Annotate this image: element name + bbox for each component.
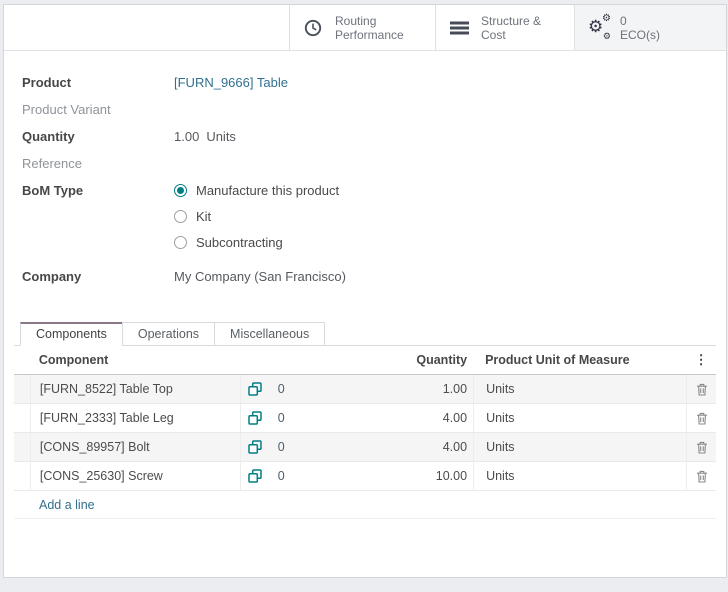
stat-label-line: Structure & xyxy=(481,14,541,28)
structure-cost-button[interactable]: Structure & Cost xyxy=(435,5,574,50)
copy-icon[interactable] xyxy=(240,433,270,461)
header-uom[interactable]: Product Unit of Measure xyxy=(473,346,686,374)
bom-form: Product [FURN_9666] Table Product Varian… xyxy=(4,51,726,288)
radio-unchecked-icon[interactable] xyxy=(174,210,187,223)
radio-checked-icon[interactable] xyxy=(174,184,187,197)
quantity-cell[interactable]: 1.00 xyxy=(364,375,473,403)
bom-form-sheet: Routing Performance Structure & Cost ⚙ ⚙ xyxy=(3,4,727,578)
quantity-cell[interactable]: 4.00 xyxy=(364,404,473,432)
field-row-company: Company My Company (San Francisco) xyxy=(22,269,726,288)
stat-button-bar: Routing Performance Structure & Cost ⚙ ⚙ xyxy=(4,5,726,51)
tab-strip: Components Operations Miscellaneous xyxy=(14,321,716,346)
delete-row-icon[interactable] xyxy=(686,404,716,432)
quantity-cell[interactable]: 4.00 xyxy=(364,433,473,461)
copy-icon[interactable] xyxy=(240,404,270,432)
quantity-value: 1.00 xyxy=(174,129,199,144)
add-line-row: Add a line xyxy=(14,491,716,519)
row-handle[interactable] xyxy=(14,404,30,432)
row-handle[interactable] xyxy=(14,462,30,490)
eco-count-label: ECO(s) xyxy=(620,28,660,42)
radio-label: Kit xyxy=(196,209,211,224)
radio-label: Manufacture this product xyxy=(196,183,339,198)
reference-label: Reference xyxy=(22,156,174,171)
stat-label-line: Cost xyxy=(481,28,541,42)
radio-label: Subcontracting xyxy=(196,235,283,250)
field-row-reference: Reference xyxy=(22,156,726,175)
field-row-bom-type: BoM Type Manufacture this product Kit Su… xyxy=(22,183,726,261)
tab-operations[interactable]: Operations xyxy=(122,322,215,346)
component-cell[interactable]: [CONS_25630] Screw xyxy=(30,462,240,490)
uom-cell[interactable]: Units xyxy=(473,462,686,490)
company-value: My Company (San Francisco) xyxy=(174,269,346,284)
product-label: Product xyxy=(22,75,174,90)
quantity-cell[interactable]: 10.00 xyxy=(364,462,473,490)
stat-label-line: Performance xyxy=(335,28,404,42)
row-handle[interactable] xyxy=(14,433,30,461)
gears-icon: ⚙ ⚙ ⚙ xyxy=(589,15,611,41)
row-handle[interactable] xyxy=(14,375,30,403)
stat-label-line: Routing xyxy=(335,14,404,28)
delete-row-icon[interactable] xyxy=(686,375,716,403)
field-row-product-variant: Product Variant xyxy=(22,102,726,121)
table-row[interactable]: [CONS_25630] Screw 0 10.00 Units xyxy=(14,462,716,491)
component-cell[interactable]: [FURN_2333] Table Leg xyxy=(30,404,240,432)
component-cell[interactable]: [CONS_89957] Bolt xyxy=(30,433,240,461)
copy-icon[interactable] xyxy=(240,462,270,490)
company-label: Company xyxy=(22,269,174,284)
table-row[interactable]: [FURN_2333] Table Leg 0 4.00 Units xyxy=(14,404,716,433)
badge-count-cell[interactable]: 0 xyxy=(270,404,364,432)
bom-type-option-kit[interactable]: Kit xyxy=(174,209,339,224)
table-row[interactable]: [CONS_89957] Bolt 0 4.00 Units xyxy=(14,433,716,462)
radio-unchecked-icon[interactable] xyxy=(174,236,187,249)
tab-miscellaneous[interactable]: Miscellaneous xyxy=(214,322,325,346)
product-variant-label: Product Variant xyxy=(22,102,174,117)
quantity-unit: Units xyxy=(206,129,236,144)
bom-type-label: BoM Type xyxy=(22,183,174,198)
bom-type-option-manufacture[interactable]: Manufacture this product xyxy=(174,183,339,198)
quantity-label: Quantity xyxy=(22,129,174,144)
product-link[interactable]: [FURN_9666] Table xyxy=(174,75,288,90)
delete-row-icon[interactable] xyxy=(686,462,716,490)
tab-components[interactable]: Components xyxy=(20,322,123,346)
bom-type-option-subcontracting[interactable]: Subcontracting xyxy=(174,235,339,250)
components-table: Component Quantity Product Unit of Measu… xyxy=(14,346,716,519)
copy-icon[interactable] xyxy=(240,375,270,403)
header-quantity[interactable]: Quantity xyxy=(364,346,473,374)
badge-count-cell[interactable]: 0 xyxy=(270,375,364,403)
column-options-icon[interactable]: ⋮ xyxy=(695,352,708,368)
clock-icon xyxy=(304,19,326,37)
delete-row-icon[interactable] xyxy=(686,433,716,461)
uom-cell[interactable]: Units xyxy=(473,433,686,461)
uom-cell[interactable]: Units xyxy=(473,404,686,432)
component-cell[interactable]: [FURN_8522] Table Top xyxy=(30,375,240,403)
table-row[interactable]: [FURN_8522] Table Top 0 1.00 Units xyxy=(14,375,716,404)
field-row-product: Product [FURN_9666] Table xyxy=(22,75,726,94)
add-a-line-link[interactable]: Add a line xyxy=(39,498,95,512)
eco-count-value: 0 xyxy=(620,14,660,28)
bars-icon xyxy=(450,21,472,35)
header-component[interactable]: Component xyxy=(30,346,240,374)
eco-count-button[interactable]: ⚙ ⚙ ⚙ 0 ECO(s) xyxy=(574,5,726,50)
badge-count-cell[interactable]: 0 xyxy=(270,462,364,490)
badge-count-cell[interactable]: 0 xyxy=(270,433,364,461)
routing-performance-button[interactable]: Routing Performance xyxy=(289,5,435,50)
field-row-quantity: Quantity 1.00 Units xyxy=(22,129,726,148)
uom-cell[interactable]: Units xyxy=(473,375,686,403)
notebook: Components Operations Miscellaneous Comp… xyxy=(4,321,726,519)
table-header-row: Component Quantity Product Unit of Measu… xyxy=(14,346,716,375)
